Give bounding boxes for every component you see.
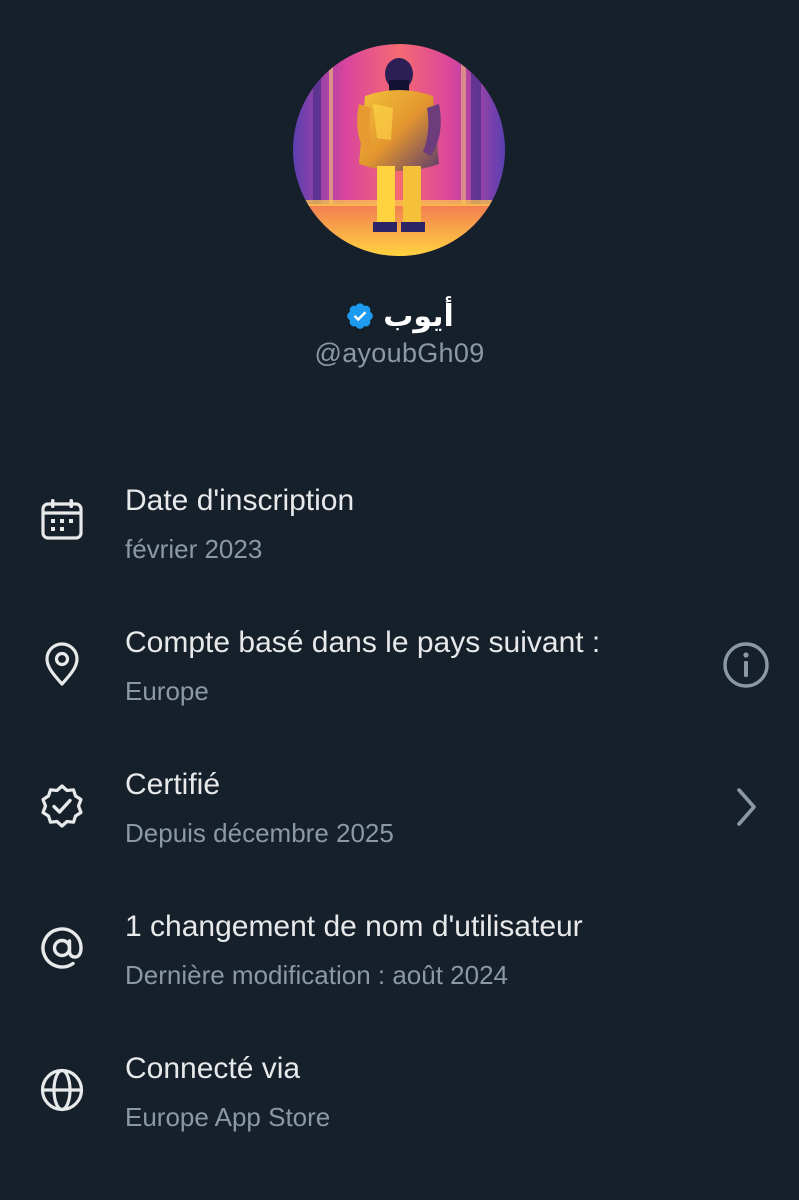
verified-title: Certifié <box>125 768 221 801</box>
profile-header: أيوب @ayoubGh09 <box>0 0 799 420</box>
info-icon[interactable] <box>721 640 771 690</box>
joined-date-value: février 2023 <box>125 534 263 564</box>
account-country-row: Compte basé dans le pays suivant : Europ… <box>0 592 799 734</box>
calendar-icon <box>41 499 83 540</box>
joined-date-title: Date d'inscription <box>125 484 355 517</box>
user-handle: @ayoubGh09 <box>314 338 485 368</box>
avatar[interactable] <box>293 44 505 256</box>
connected-via-row: Connecté via Europe App Store <box>0 1018 799 1160</box>
at-sign-icon <box>41 927 83 969</box>
username-changes-title: 1 changement de nom d'utilisateur <box>125 910 583 943</box>
verified-since-value: Depuis décembre 2025 <box>125 818 394 848</box>
username-last-modified: Dernière modification : août 2024 <box>125 960 509 990</box>
name-row: أيوب <box>0 294 799 338</box>
account-country-value: Europe <box>125 676 209 706</box>
username-changes-row: 1 changement de nom d'utilisateur Derniè… <box>0 876 799 1018</box>
account-country-title: Compte basé dans le pays suivant : <box>125 626 601 659</box>
connected-via-value: Europe App Store <box>125 1102 331 1132</box>
chevron-right-icon[interactable] <box>721 782 771 832</box>
verified-badge-icon <box>41 784 83 828</box>
joined-date-row: Date d'inscription février 2023 <box>0 450 799 592</box>
display-name: أيوب <box>383 298 454 334</box>
location-pin-icon <box>45 642 79 686</box>
verified-row[interactable]: Certifié Depuis décembre 2025 <box>0 734 799 876</box>
globe-icon <box>40 1068 84 1112</box>
verified-badge-icon[interactable] <box>345 301 375 331</box>
avatar-image <box>293 44 505 256</box>
connected-via-title: Connecté via <box>125 1052 301 1085</box>
